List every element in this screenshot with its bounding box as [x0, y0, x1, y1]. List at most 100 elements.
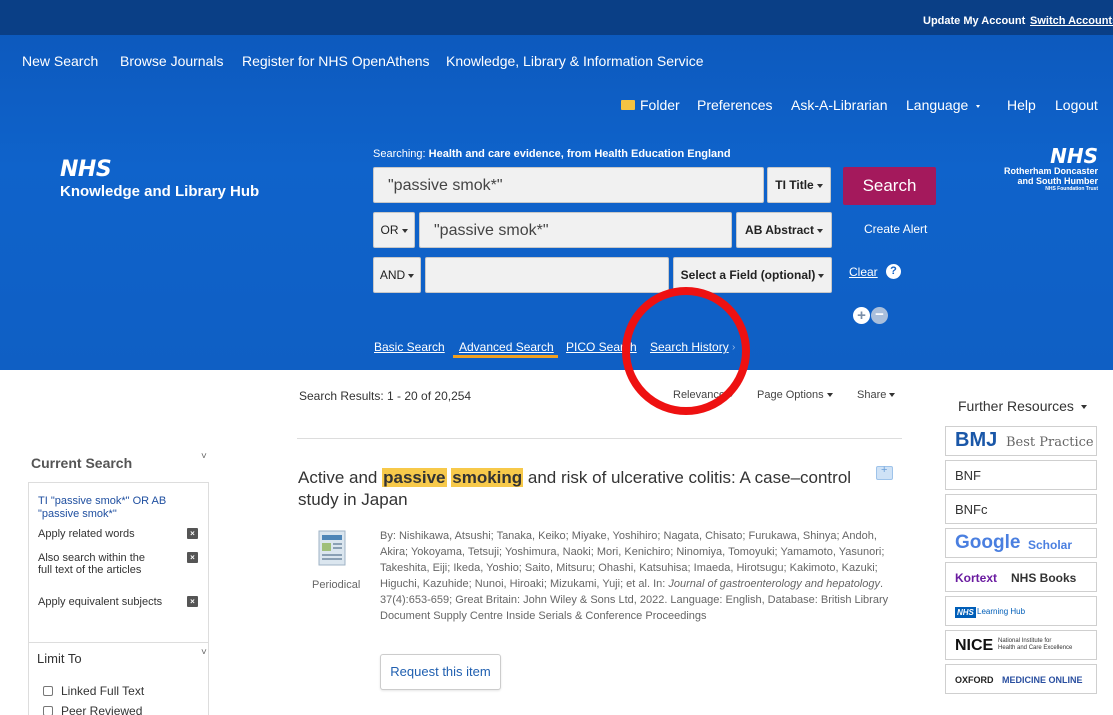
boolean-operator-select-2[interactable]: OR [373, 212, 415, 248]
searching-database: Searching: Health and care evidence, fro… [373, 148, 731, 160]
search-mode-tabs: Basic Search Advanced Search PICO Search… [0, 340, 1113, 360]
logout-link[interactable]: Logout [1055, 97, 1098, 113]
language-label: Language [906, 97, 969, 113]
current-search-term[interactable]: TI "passive smok*" OR AB "passive smok*" [38, 495, 188, 521]
kortext-logo-mark: Kortext [955, 571, 998, 585]
results-divider [297, 438, 902, 439]
chevron-down-icon [826, 393, 833, 398]
trust-logo-badge: NHS [1050, 144, 1098, 168]
chevron-down-icon [818, 273, 825, 278]
resource-bnfc[interactable]: BNFc [945, 494, 1097, 524]
nice-logo-mark: NICE [955, 637, 994, 654]
current-search-heading[interactable]: Current Search [31, 455, 132, 471]
search-input-1[interactable]: "passive smok*" [373, 167, 764, 203]
nav-new-search[interactable]: New Search [22, 53, 98, 69]
update-account-link[interactable]: Update My Account [923, 15, 1025, 27]
oxford-logo-text: MEDICINE ONLINE [1002, 675, 1083, 685]
tab-basic-search[interactable]: Basic Search [374, 340, 445, 354]
chevron-down-icon [889, 393, 896, 398]
chevron-down-icon [976, 104, 981, 108]
folder-link[interactable]: Folder [621, 97, 680, 113]
language-menu[interactable]: Language [906, 97, 981, 113]
remove-icon[interactable]: × [187, 596, 198, 607]
google-logo-text: Scholar [1028, 538, 1073, 552]
field-select-2-value: AB Abstract [745, 223, 814, 237]
help-icon[interactable]: ? [886, 264, 901, 279]
resource-oxford-medicine[interactable]: OXFORD MEDICINE ONLINE [945, 664, 1097, 694]
bmj-logo-mark: BMJ [955, 429, 998, 451]
share-label: Share [857, 389, 887, 401]
create-alert-link[interactable]: Create Alert [864, 222, 927, 236]
chevron-down-icon[interactable]: ˅ [201, 451, 207, 462]
remove-icon[interactable]: × [187, 552, 198, 563]
result-title-link[interactable]: Active and passive smoking and risk of u… [298, 467, 858, 511]
field-select-1-value: TI Title [775, 178, 814, 192]
page-options-label: Page Options [757, 389, 824, 401]
boolean-operator-select-3[interactable]: AND [373, 257, 421, 293]
title-part: and risk of ulcerative colitis: A case–c… [298, 468, 852, 509]
search-button[interactable]: Search [843, 167, 936, 205]
annotation-circle [622, 287, 750, 415]
limit-option-label: Peer Reviewed [61, 704, 143, 715]
resource-bmj-best-practice[interactable]: BMJ Best Practice [945, 426, 1097, 456]
further-resources-label: Further Resources [958, 398, 1074, 414]
further-resources-heading[interactable]: Further Resources [958, 398, 1087, 414]
further-resources-list: BMJ Best Practice BNF BNFc Google Schola… [945, 426, 1097, 698]
option-label: Apply related words [38, 528, 135, 540]
site-logo[interactable]: NHS Knowledge and Library Hub [60, 159, 260, 201]
trust-name-line3: NHS Foundation Trust [1045, 186, 1098, 192]
resource-bnf[interactable]: BNF [945, 460, 1097, 490]
nav-browse-journals[interactable]: Browse Journals [120, 53, 224, 69]
resource-kortext[interactable]: Kortext NHS Books [945, 562, 1097, 592]
publication-type: Periodical [312, 579, 361, 591]
limit-to-panel: Limit To ˅ Linked Full Text Peer Reviewe… [28, 642, 209, 715]
limit-to-heading[interactable]: Limit To [37, 651, 82, 666]
nav-register-openathens[interactable]: Register for NHS OpenAthens [242, 53, 430, 69]
checkbox[interactable] [43, 706, 53, 715]
folder-icon [621, 100, 635, 110]
learning-hub-logo-mark: NHS [955, 607, 976, 618]
site-header: Update My Account Switch Accounts New Se… [0, 0, 1113, 370]
ask-librarian-link[interactable]: Ask-A-Librarian [791, 97, 887, 113]
page-options-menu[interactable]: Page Options [757, 389, 833, 401]
resource-nice[interactable]: NICE National Institute for Health and Ca… [945, 630, 1097, 660]
help-link[interactable]: Help [1007, 97, 1036, 113]
option-label: Apply equivalent subjects [38, 596, 163, 608]
remove-icon[interactable]: × [187, 528, 198, 539]
resource-google-scholar[interactable]: Google Scholar [945, 528, 1097, 558]
field-select-2[interactable]: AB Abstract [736, 212, 832, 248]
field-select-1[interactable]: TI Title [767, 167, 831, 203]
share-menu[interactable]: Share [857, 389, 896, 401]
account-bar: Update My Account Switch Accounts [0, 0, 1113, 35]
highlight-term: passive [382, 468, 447, 487]
nav-klis[interactable]: Knowledge, Library & Information Service [446, 53, 704, 69]
remove-row-button[interactable]: − [871, 307, 888, 324]
search-input-3[interactable] [425, 257, 669, 293]
site-logo-title: Knowledge and Library Hub [60, 183, 260, 200]
resource-nhs-learning-hub[interactable]: NHS Learning Hub [945, 596, 1097, 626]
folder-label: Folder [640, 97, 680, 113]
periodical-icon [318, 530, 346, 566]
chevron-down-icon[interactable]: ˅ [201, 647, 207, 658]
bmj-logo-text: Best Practice [1006, 435, 1094, 450]
limit-peer-reviewed[interactable]: Peer Reviewed [43, 704, 142, 715]
limit-option-label: Linked Full Text [61, 684, 145, 698]
nice-line1: National Institute for [998, 638, 1052, 644]
search-input-2[interactable]: "passive smok*" [419, 212, 732, 248]
nice-line2: Health and Care Excellence [998, 645, 1073, 651]
google-logo-mark: Google [955, 532, 1021, 553]
searching-database-name[interactable]: Health and care evidence, from Health Ed… [429, 148, 731, 160]
limit-linked-full-text[interactable]: Linked Full Text [43, 684, 144, 698]
highlight-term: smoking [451, 468, 524, 487]
add-to-folder-icon[interactable] [876, 464, 893, 480]
resource-label: BNF [955, 468, 981, 483]
tab-advanced-search[interactable]: Advanced Search [459, 340, 554, 354]
preferences-link[interactable]: Preferences [697, 97, 772, 113]
clear-link[interactable]: Clear [849, 265, 878, 279]
switch-accounts-link[interactable]: Switch Accounts [1030, 15, 1113, 27]
request-item-button[interactable]: Request this item [380, 654, 501, 690]
add-row-button[interactable]: + [853, 307, 870, 324]
chevron-down-icon [816, 228, 823, 233]
searching-label: Searching: [373, 148, 426, 160]
checkbox[interactable] [43, 686, 53, 696]
